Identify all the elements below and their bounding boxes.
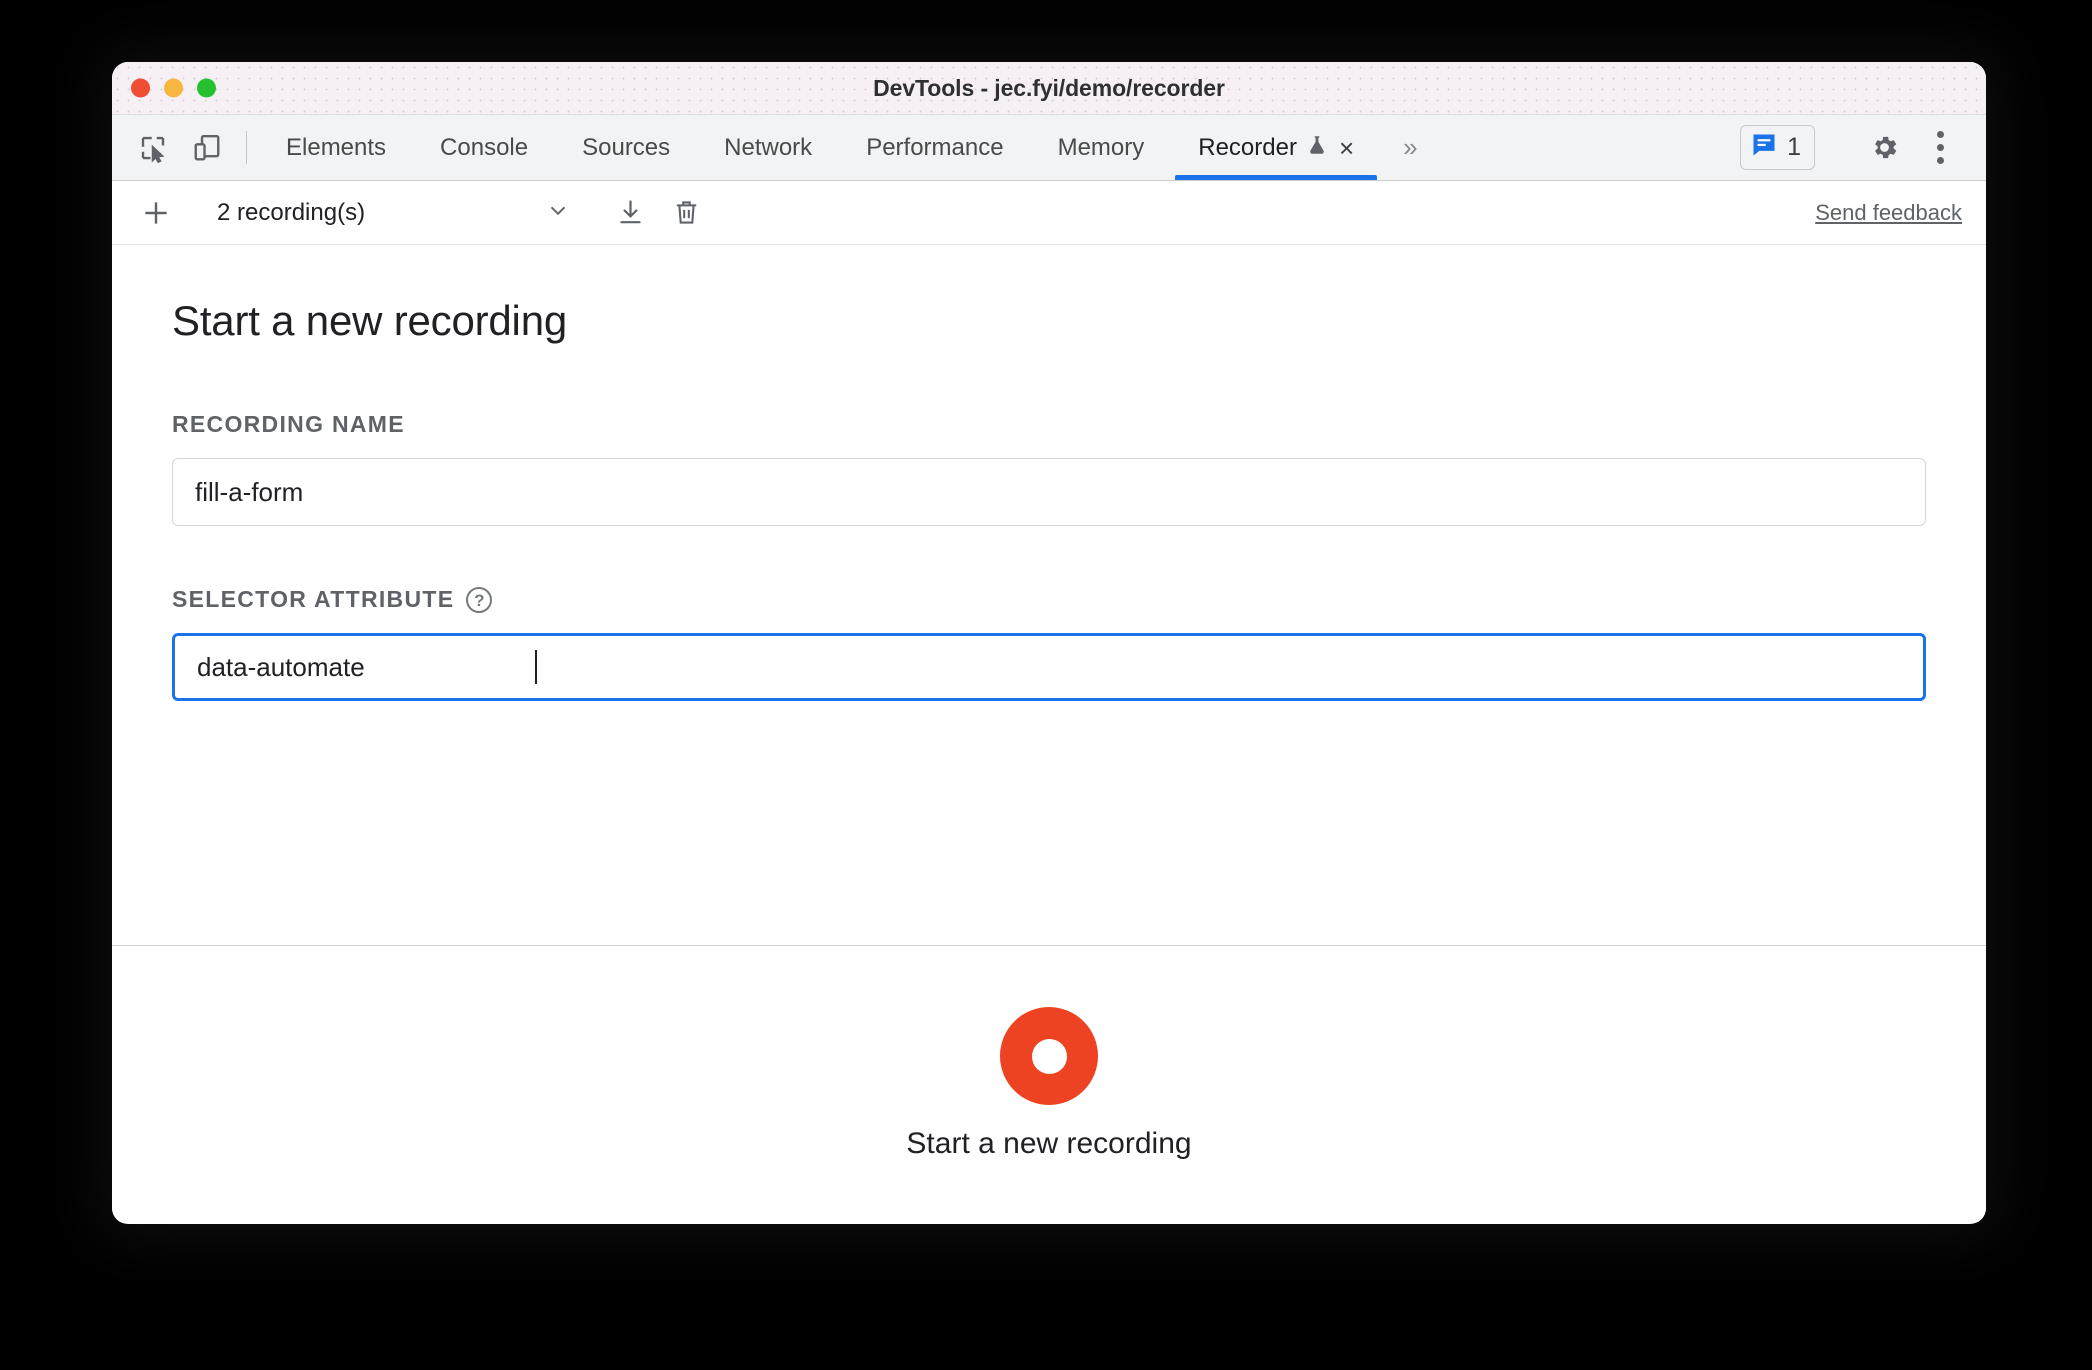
kebab-dots <box>1936 131 1944 164</box>
recording-name-label-text: RECORDING NAME <box>172 411 405 437</box>
tab-label: Memory <box>1057 133 1145 161</box>
start-recording-label: Start a new recording <box>906 1127 1192 1160</box>
trash-icon[interactable] <box>658 185 714 241</box>
message-count: 1 <box>1787 133 1801 161</box>
recording-name-field-group: RECORDING NAME <box>172 411 1926 526</box>
help-icon[interactable]: ? <box>466 586 493 613</box>
selector-attribute-label: SELECTOR ATTRIBUTE ? <box>172 586 1926 613</box>
tab-label: Sources <box>582 133 671 161</box>
recorder-main-panel: Start a new recording RECORDING NAME SEL… <box>112 245 1986 946</box>
add-recording-button[interactable] <box>128 185 184 241</box>
toolbar-divider <box>246 131 247 164</box>
chevron-down-icon <box>545 197 571 229</box>
recorder-toolbar: 2 recording(s) Send feedback <box>112 181 1986 245</box>
recording-name-input[interactable] <box>172 458 1926 526</box>
recording-name-label: RECORDING NAME <box>172 411 1926 438</box>
message-bubble-icon <box>1750 131 1778 164</box>
tab-network[interactable]: Network <box>697 115 839 180</box>
tab-memory[interactable]: Memory <box>1031 115 1172 180</box>
page-title: Start a new recording <box>172 297 568 344</box>
experimental-flask-icon <box>1306 132 1328 165</box>
tab-performance[interactable]: Performance <box>839 115 1030 180</box>
send-feedback-link[interactable]: Send feedback <box>1815 200 1962 226</box>
tab-label: Performance <box>866 133 1004 161</box>
recorder-footer: Start a new recording <box>112 946 1986 1222</box>
gear-icon[interactable] <box>1856 120 1912 176</box>
selector-attribute-label-text: SELECTOR ATTRIBUTE <box>172 586 455 612</box>
tab-label: Console <box>440 133 529 161</box>
console-messages-button[interactable]: 1 <box>1740 125 1815 170</box>
window-titlebar: DevTools - jec.fyi/demo/recorder <box>112 62 1986 115</box>
devtools-window: DevTools - jec.fyi/demo/recorder Element… <box>112 62 1986 1224</box>
tab-label: Recorder <box>1198 133 1297 161</box>
devtools-tabbar: Elements Console Sources Network Perform… <box>112 115 1986 181</box>
selector-attribute-input[interactable] <box>172 633 1926 701</box>
close-tab-icon[interactable]: × <box>1339 135 1354 161</box>
device-toolbar-icon[interactable] <box>180 115 234 180</box>
window-title: DevTools - jec.fyi/demo/recorder <box>873 74 1225 101</box>
record-icon <box>1031 1038 1067 1074</box>
tab-label: Elements <box>286 133 387 161</box>
recordings-count-label: 2 recording(s) <box>217 198 366 226</box>
tab-elements[interactable]: Elements <box>259 115 413 180</box>
tab-label: Network <box>724 133 813 161</box>
inspect-element-icon[interactable] <box>126 115 180 180</box>
kebab-menu-icon[interactable] <box>1912 120 1968 176</box>
selector-attribute-field-group: SELECTOR ATTRIBUTE ? <box>172 586 1926 701</box>
more-tabs-icon[interactable]: » <box>1381 115 1439 180</box>
tab-recorder[interactable]: Recorder × <box>1171 115 1381 180</box>
tab-console[interactable]: Console <box>413 115 555 180</box>
tabbar-actions: 1 <box>1740 115 1986 180</box>
download-icon[interactable] <box>602 185 658 241</box>
tab-sources[interactable]: Sources <box>555 115 697 180</box>
recordings-dropdown[interactable]: 2 recording(s) <box>217 197 577 229</box>
start-recording-button[interactable] <box>1000 1007 1098 1105</box>
panel-tabs: Elements Console Sources Network Perform… <box>259 115 1381 180</box>
text-cursor <box>535 650 537 684</box>
screenshot-root: DevTools - jec.fyi/demo/recorder Element… <box>0 0 2092 1370</box>
selector-attribute-input-wrap <box>172 633 1926 701</box>
